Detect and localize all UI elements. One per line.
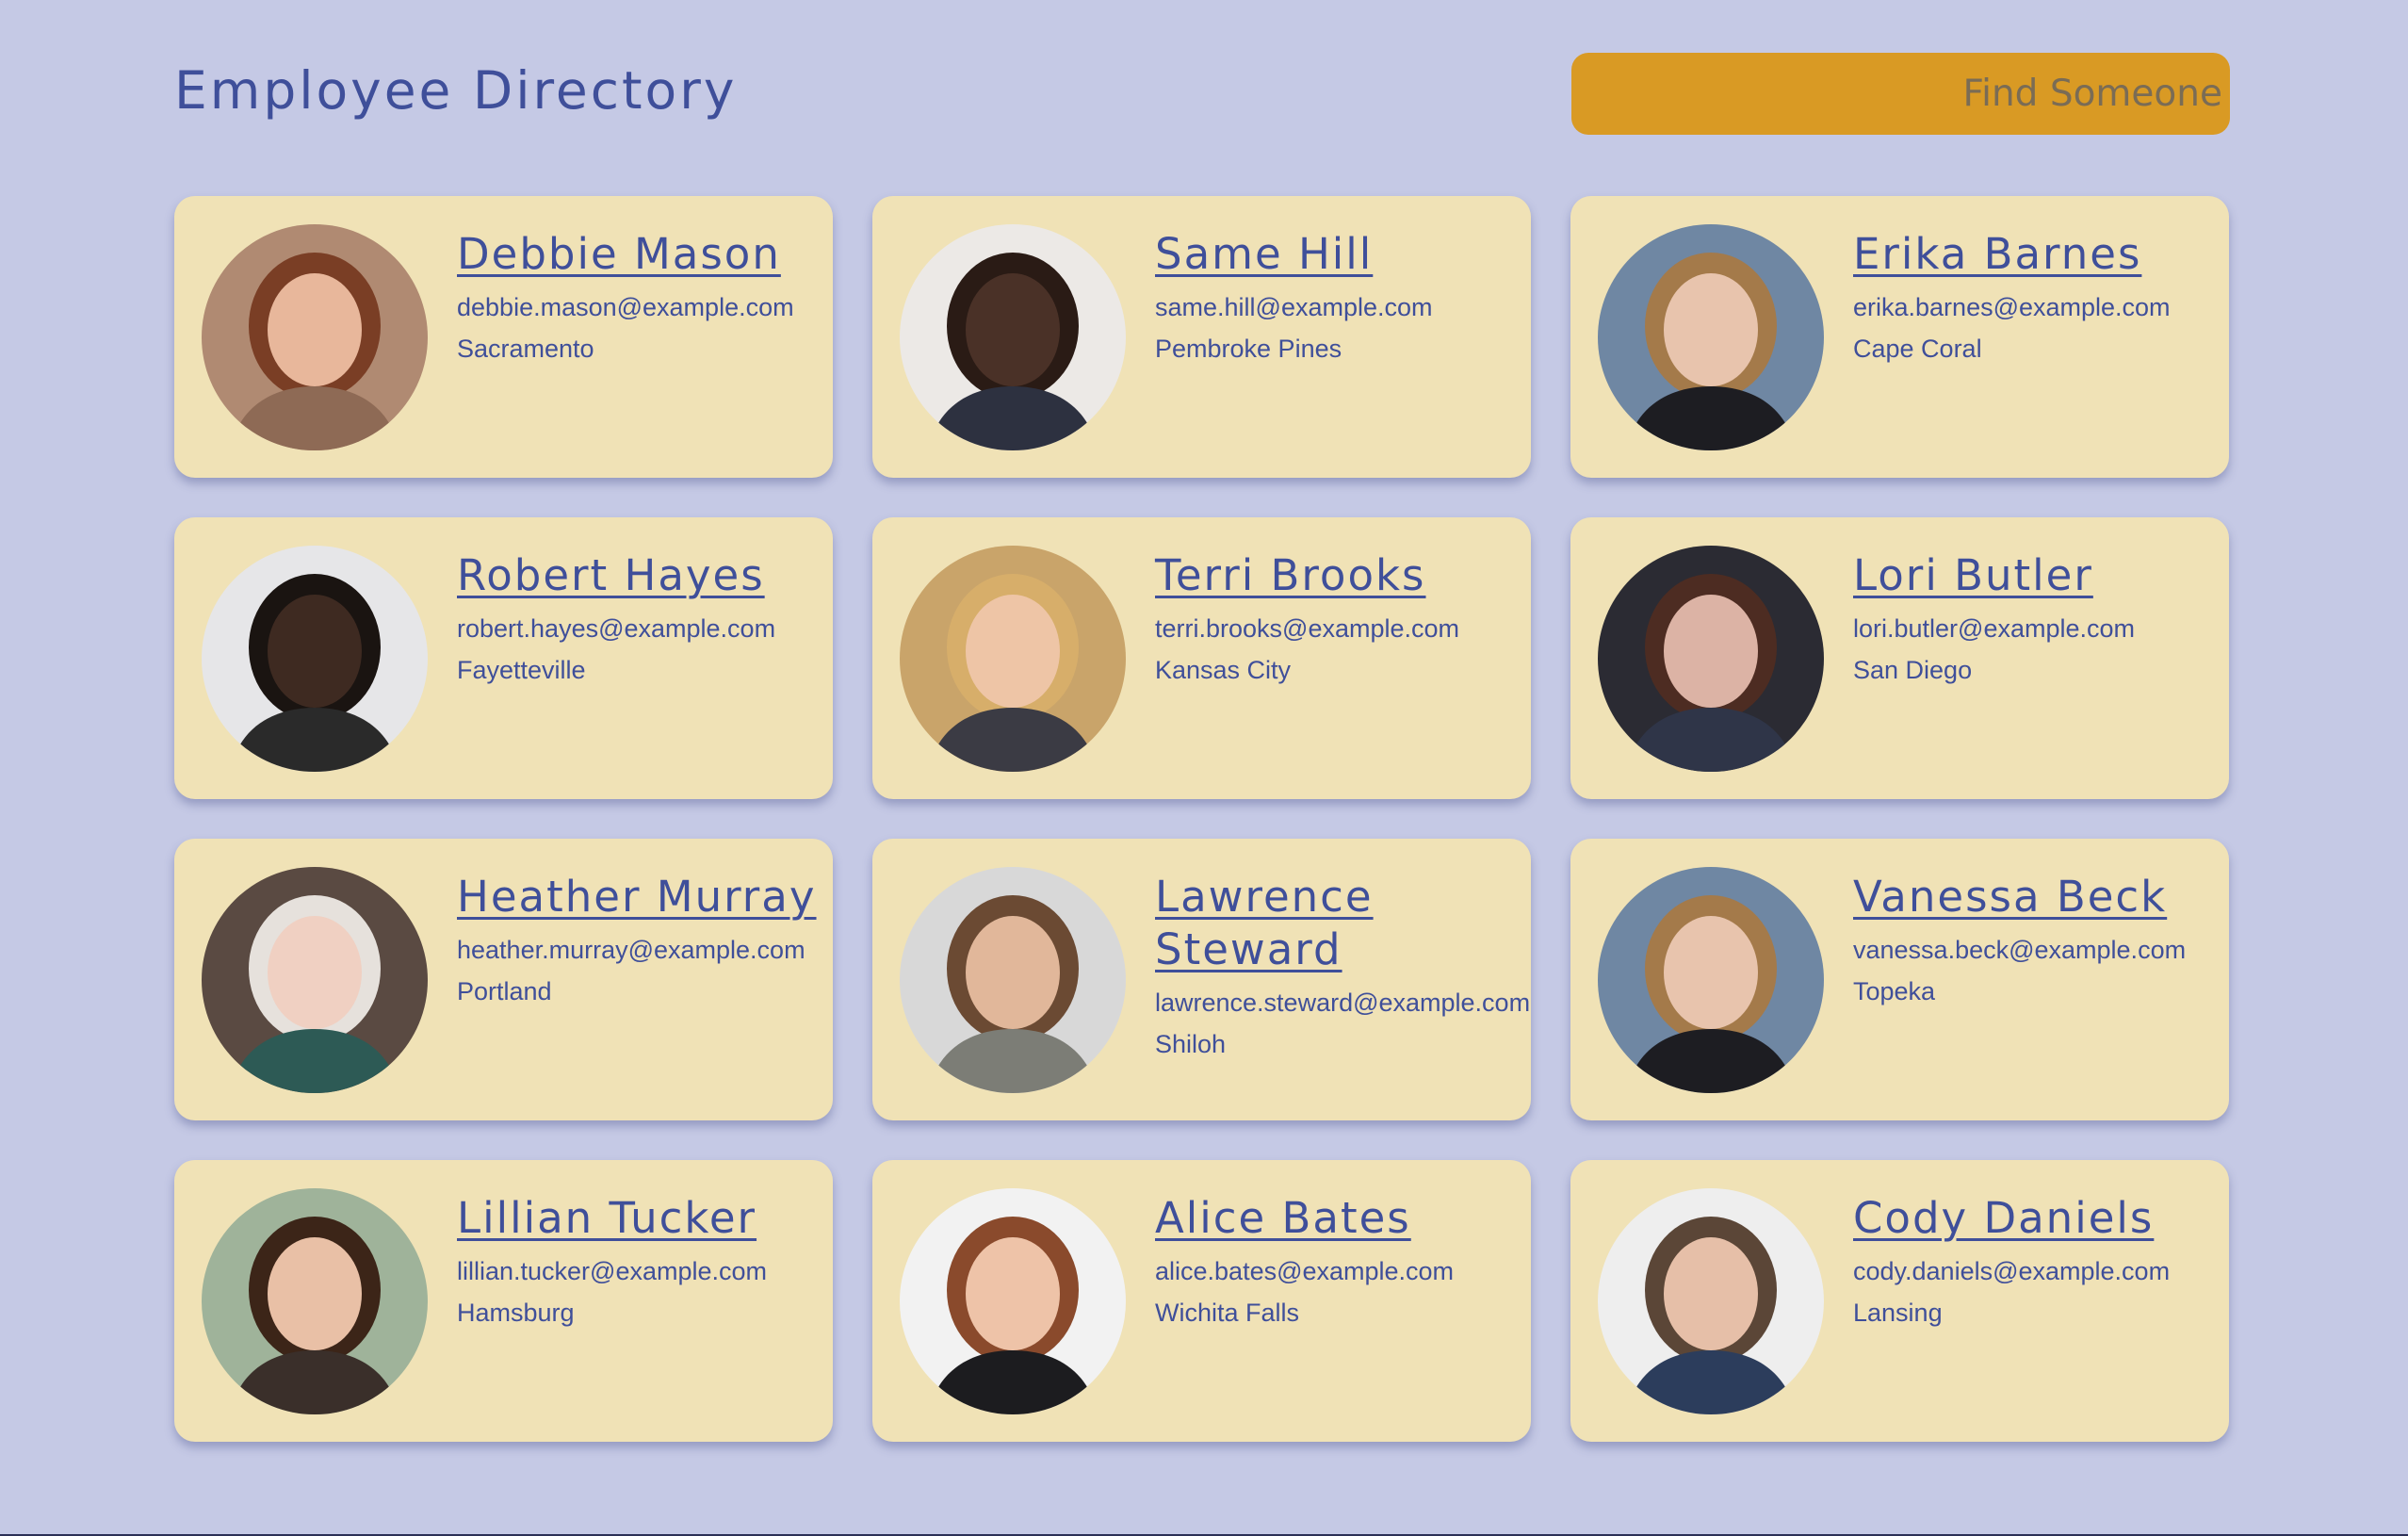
avatar xyxy=(202,546,428,772)
employee-card: Vanessa Beck vanessa.beck@example.com To… xyxy=(1570,839,2229,1120)
employee-email: erika.barnes@example.com xyxy=(1853,293,2171,321)
employee-card: Heather Murray heather.murray@example.co… xyxy=(174,839,833,1120)
employee-name-link[interactable]: Lawrence Steward xyxy=(1155,871,1522,976)
avatar xyxy=(900,867,1126,1093)
employee-email: cody.daniels@example.com xyxy=(1853,1257,2171,1285)
employee-city: Portland xyxy=(457,977,552,1005)
employee-name-link[interactable]: Lori Butler xyxy=(1853,549,2221,602)
employee-info: Vanessa Beck vanessa.beck@example.com To… xyxy=(1853,871,2229,1007)
avatar xyxy=(1598,546,1824,772)
employee-name-link[interactable]: Alice Bates xyxy=(1155,1192,1522,1245)
avatar xyxy=(900,224,1126,450)
employee-card: Erika Barnes erika.barnes@example.com Ca… xyxy=(1570,196,2229,478)
employee-card: Robert Hayes robert.hayes@example.com Fa… xyxy=(174,517,833,799)
avatar-photo xyxy=(900,224,1126,450)
avatar-photo xyxy=(202,546,428,772)
employee-info: Erika Barnes erika.barnes@example.com Ca… xyxy=(1853,228,2229,365)
employee-card: Alice Bates alice.bates@example.com Wich… xyxy=(872,1160,1531,1442)
employee-email: debbie.mason@example.com xyxy=(457,293,794,321)
employee-city: Topeka xyxy=(1853,977,1936,1005)
employee-info: Robert Hayes robert.hayes@example.com Fa… xyxy=(457,549,833,686)
avatar xyxy=(202,867,428,1093)
avatar-photo xyxy=(202,224,428,450)
avatar-photo xyxy=(1598,1188,1824,1414)
avatar xyxy=(202,1188,428,1414)
employee-info: Lawrence Steward lawrence.steward@exampl… xyxy=(1155,871,1531,1060)
employee-name-link[interactable]: Debbie Mason xyxy=(457,228,824,281)
search-box[interactable] xyxy=(1571,53,2230,135)
employee-city: Hamsburg xyxy=(457,1299,575,1327)
employee-email: lillian.tucker@example.com xyxy=(457,1257,768,1285)
employee-email: same.hill@example.com xyxy=(1155,293,1433,321)
employee-name-link[interactable]: Robert Hayes xyxy=(457,549,824,602)
employee-city: San Diego xyxy=(1853,656,1973,684)
employee-name-link[interactable]: Terri Brooks xyxy=(1155,549,1522,602)
employee-info: Lori Butler lori.butler@example.com San … xyxy=(1853,549,2229,686)
employee-email: vanessa.beck@example.com xyxy=(1853,936,2187,964)
employee-info: Cody Daniels cody.daniels@example.com La… xyxy=(1853,1192,2229,1329)
search-input[interactable] xyxy=(1571,53,2222,135)
avatar-photo xyxy=(202,867,428,1093)
employee-city: Cape Coral xyxy=(1853,335,1982,363)
header: Employee Directory xyxy=(174,53,2230,136)
employee-email: heather.murray@example.com xyxy=(457,936,805,964)
employee-name-link[interactable]: Same Hill xyxy=(1155,228,1522,281)
employee-card: Terri Brooks terri.brooks@example.com Ka… xyxy=(872,517,1531,799)
employee-email: robert.hayes@example.com xyxy=(457,614,776,643)
avatar xyxy=(1598,867,1824,1093)
employee-card: Lillian Tucker lillian.tucker@example.co… xyxy=(174,1160,833,1442)
employee-city: Fayetteville xyxy=(457,656,586,684)
employee-email: lori.butler@example.com xyxy=(1853,614,2136,643)
employee-info: Lillian Tucker lillian.tucker@example.co… xyxy=(457,1192,833,1329)
employee-city: Kansas City xyxy=(1155,656,1292,684)
avatar xyxy=(1598,224,1824,450)
employee-name-link[interactable]: Lillian Tucker xyxy=(457,1192,824,1245)
avatar-photo xyxy=(1598,546,1824,772)
employee-city: Pembroke Pines xyxy=(1155,335,1342,363)
employee-card: Debbie Mason debbie.mason@example.com Sa… xyxy=(174,196,833,478)
avatar-photo xyxy=(202,1188,428,1414)
avatar-photo xyxy=(1598,224,1824,450)
avatar-photo xyxy=(900,867,1126,1093)
employee-name-link[interactable]: Cody Daniels xyxy=(1853,1192,2221,1245)
employee-info: Alice Bates alice.bates@example.com Wich… xyxy=(1155,1192,1531,1329)
employee-email: lawrence.steward@example.com xyxy=(1155,989,1531,1017)
employee-info: Terri Brooks terri.brooks@example.com Ka… xyxy=(1155,549,1531,686)
employee-info: Heather Murray heather.murray@example.co… xyxy=(457,871,833,1007)
employee-city: Shiloh xyxy=(1155,1030,1227,1058)
employee-email: terri.brooks@example.com xyxy=(1155,614,1460,643)
avatar xyxy=(900,1188,1126,1414)
employee-name-link[interactable]: Heather Murray xyxy=(457,871,824,923)
avatar xyxy=(1598,1188,1824,1414)
employee-grid: Debbie Mason debbie.mason@example.com Sa… xyxy=(174,196,2230,1442)
employee-name-link[interactable]: Vanessa Beck xyxy=(1853,871,2221,923)
page: Employee Directory Debbie Mason debbie.m… xyxy=(0,0,2408,1536)
employee-info: Debbie Mason debbie.mason@example.com Sa… xyxy=(457,228,833,365)
avatar xyxy=(202,224,428,450)
employee-info: Same Hill same.hill@example.com Pembroke… xyxy=(1155,228,1531,365)
employee-card: Same Hill same.hill@example.com Pembroke… xyxy=(872,196,1531,478)
employee-name-link[interactable]: Erika Barnes xyxy=(1853,228,2221,281)
employee-card: Lori Butler lori.butler@example.com San … xyxy=(1570,517,2229,799)
avatar-photo xyxy=(900,546,1126,772)
employee-city: Wichita Falls xyxy=(1155,1299,1300,1327)
employee-email: alice.bates@example.com xyxy=(1155,1257,1455,1285)
employee-card: Lawrence Steward lawrence.steward@exampl… xyxy=(872,839,1531,1120)
employee-city: Sacramento xyxy=(457,335,594,363)
avatar-photo xyxy=(1598,867,1824,1093)
avatar xyxy=(900,546,1126,772)
avatar-photo xyxy=(900,1188,1126,1414)
page-title: Employee Directory xyxy=(174,60,738,121)
employee-city: Lansing xyxy=(1853,1299,1943,1327)
employee-card: Cody Daniels cody.daniels@example.com La… xyxy=(1570,1160,2229,1442)
